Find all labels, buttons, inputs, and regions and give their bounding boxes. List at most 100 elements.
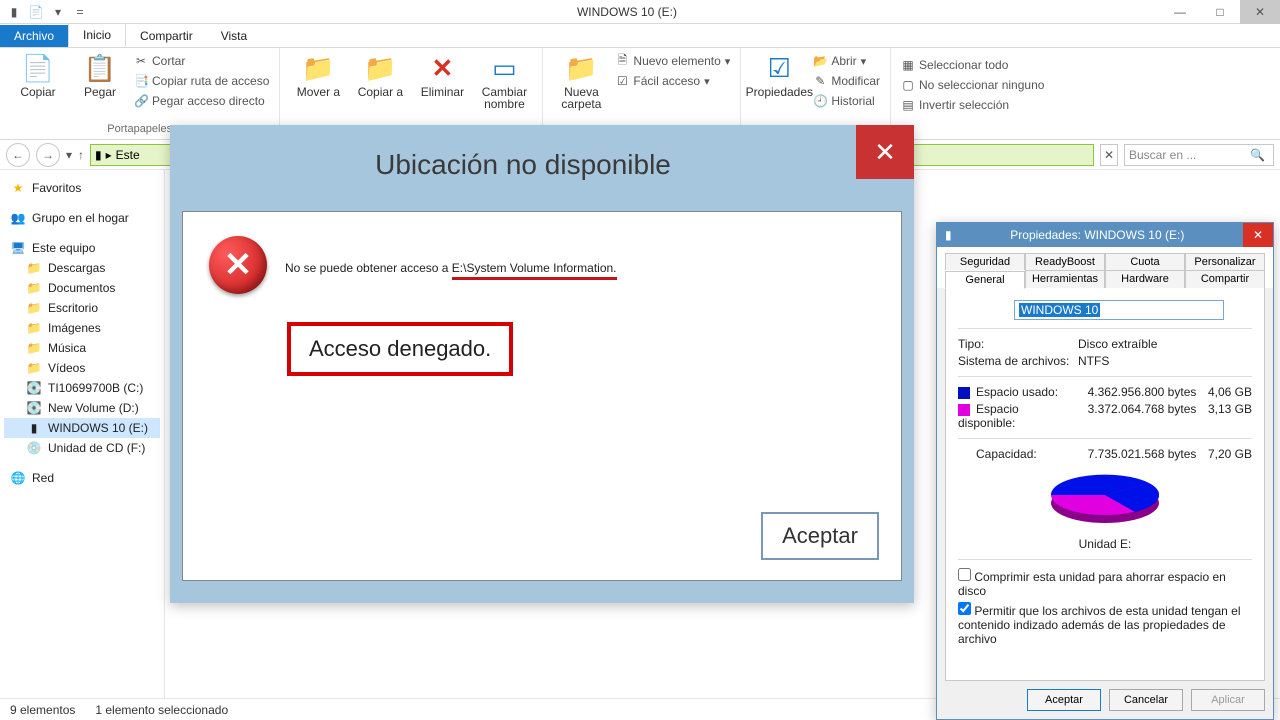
capacity-gb: 7,20 GB: [1196, 447, 1252, 461]
properties-dialog-close-button[interactable]: ✕: [1243, 223, 1273, 247]
error-dialog-close-button[interactable]: ✕: [856, 125, 914, 179]
move-to-button[interactable]: 📁Mover a: [290, 52, 346, 98]
tab-customize[interactable]: Personalizar: [1185, 253, 1265, 270]
sidebar-drive-d[interactable]: 💽New Volume (D:): [4, 398, 160, 418]
sidebar-music[interactable]: 📁Música: [4, 338, 160, 358]
window-title: WINDOWS 10 (E:): [94, 5, 1160, 19]
edit-button[interactable]: ✎Modificar: [813, 72, 880, 90]
invert-selection-button[interactable]: ▤ Invertir selección: [901, 96, 1044, 114]
sidebar-label: Vídeos: [48, 361, 85, 375]
pc-icon: 🖥: [10, 241, 26, 255]
index-checkbox[interactable]: Permitir que los archivos de esta unidad…: [958, 602, 1252, 646]
sidebar-favorites[interactable]: ★ Favoritos: [4, 178, 160, 198]
tab-tools[interactable]: Herramientas: [1025, 270, 1105, 288]
cut-icon: ✂: [134, 54, 148, 68]
rename-button[interactable]: ▭Cambiar nombre: [476, 52, 532, 110]
sidebar-pictures[interactable]: 📁Imágenes: [4, 318, 160, 338]
fs-value: NTFS: [1078, 354, 1109, 368]
free-swatch: [958, 404, 970, 416]
select-all-button[interactable]: ▦Seleccionar todo: [901, 56, 1044, 74]
sidebar-drive-f[interactable]: 💿Unidad de CD (F:): [4, 438, 160, 458]
tab-hardware[interactable]: Hardware: [1105, 270, 1185, 288]
tab-sharing[interactable]: Compartir: [1185, 270, 1265, 288]
error-dialog-ok-button[interactable]: Aceptar: [761, 512, 879, 560]
folder-icon: 📁: [26, 301, 42, 315]
copy-button[interactable]: 📄 Copiar: [10, 52, 66, 98]
new-folder-button[interactable]: 📁Nueva carpeta: [553, 52, 609, 110]
properties-button[interactable]: ☑Propiedades: [751, 52, 807, 98]
paste-button[interactable]: 📋 Pegar: [72, 52, 128, 98]
search-box[interactable]: Buscar en ... 🔍: [1124, 144, 1274, 166]
usb-icon: ▮: [26, 421, 42, 435]
sidebar-label: Este equipo: [32, 241, 95, 255]
invert-label: Invertir selección: [919, 98, 1009, 112]
history-button[interactable]: 🕘Historial: [813, 92, 880, 110]
compress-checkbox[interactable]: Comprimir esta unidad para ahorrar espac…: [958, 568, 1252, 598]
tab-readyboost[interactable]: ReadyBoost: [1025, 253, 1105, 270]
qat-new-folder-icon[interactable]: 📄: [28, 4, 44, 20]
up-button[interactable]: ↑: [78, 148, 84, 162]
properties-ok-button[interactable]: Aceptar: [1027, 689, 1101, 711]
tab-view[interactable]: Vista: [207, 25, 261, 47]
breadcrumb[interactable]: Este: [116, 148, 140, 162]
copy-path-button[interactable]: 📑Copiar ruta de acceso: [134, 72, 269, 90]
delete-button[interactable]: ✕Eliminar: [414, 52, 470, 98]
volume-name-value: WINDOWS 10: [1019, 303, 1100, 317]
address-clear-button[interactable]: ✕: [1100, 144, 1118, 166]
cut-button[interactable]: ✂ Cortar: [134, 52, 269, 70]
properties-content: WINDOWS 10 Tipo:Disco extraíble Sistema …: [945, 288, 1265, 681]
paste-shortcut-button[interactable]: 🔗Pegar acceso directo: [134, 92, 269, 110]
sidebar-this-pc[interactable]: 🖥 Este equipo: [4, 238, 160, 258]
pie-chart: [1045, 467, 1165, 531]
sidebar-drive-c[interactable]: 💽TI10699700B (C:): [4, 378, 160, 398]
qat-dropdown-icon[interactable]: ▾: [50, 4, 66, 20]
sidebar-homegroup[interactable]: 👥 Grupo en el hogar: [4, 208, 160, 228]
sidebar-label: Grupo en el hogar: [32, 211, 129, 225]
open-button[interactable]: 📂Abrir ▾: [813, 52, 880, 70]
volume-name-input[interactable]: WINDOWS 10: [1014, 300, 1224, 320]
used-swatch: [958, 387, 970, 399]
tab-home[interactable]: Inicio: [68, 23, 126, 47]
tab-quota[interactable]: Cuota: [1105, 253, 1185, 270]
edit-label: Modificar: [831, 74, 880, 88]
sidebar-drive-e[interactable]: ▮WINDOWS 10 (E:): [4, 418, 160, 438]
capacity-bytes: 7.735.021.568 bytes: [1077, 447, 1196, 461]
select-none-button[interactable]: ▢No seleccionar ninguno: [901, 76, 1044, 94]
sidebar-videos[interactable]: 📁 Vídeos: [4, 358, 160, 378]
maximize-button[interactable]: □: [1200, 0, 1240, 24]
sidebar-label: Favoritos: [32, 181, 81, 195]
error-icon: ✕: [209, 236, 267, 294]
copy-path-icon: 📑: [134, 74, 148, 88]
new-folder-icon: 📁: [565, 52, 597, 84]
sidebar-network[interactable]: 🌐Red: [4, 468, 160, 488]
folder-icon: 📁: [26, 341, 42, 355]
star-icon: ★: [10, 181, 26, 195]
forward-button[interactable]: →: [36, 143, 60, 167]
quick-access-toolbar: ▮ 📄 ▾ =: [0, 4, 94, 20]
homegroup-icon: 👥: [10, 211, 26, 225]
minimize-button[interactable]: —: [1160, 0, 1200, 24]
select-none-label: No seleccionar ninguno: [919, 78, 1044, 92]
properties-dialog-title: Propiedades: WINDOWS 10 (E:): [952, 228, 1243, 242]
sidebar-documents[interactable]: 📁Documentos: [4, 278, 160, 298]
tab-security[interactable]: Seguridad: [945, 253, 1025, 270]
easy-access-button[interactable]: ☑Fácil acceso ▾: [615, 72, 730, 90]
properties-apply-button[interactable]: Aplicar: [1191, 689, 1265, 711]
sidebar-downloads[interactable]: 📁Descargas: [4, 258, 160, 278]
properties-cancel-button[interactable]: Cancelar: [1109, 689, 1183, 711]
recent-dropdown[interactable]: ▾: [66, 148, 72, 162]
tab-file[interactable]: Archivo: [0, 25, 68, 47]
new-item-button[interactable]: 🗎Nuevo elemento ▾: [615, 52, 730, 70]
close-button[interactable]: ✕: [1240, 0, 1280, 24]
sidebar-desktop[interactable]: 📁Escritorio: [4, 298, 160, 318]
back-button[interactable]: ←: [6, 143, 30, 167]
folder-icon: 📁: [26, 361, 42, 375]
copy-to-button[interactable]: 📁Copiar a: [352, 52, 408, 98]
paste-shortcut-label: Pegar acceso directo: [152, 94, 265, 108]
ribbon-group-select: ▦Seleccionar todo ▢No seleccionar ningun…: [891, 48, 1054, 139]
tab-share[interactable]: Compartir: [126, 25, 207, 47]
disk-icon: 💽: [26, 401, 42, 415]
tab-general[interactable]: General: [945, 271, 1025, 289]
cut-label: Cortar: [152, 54, 185, 68]
invert-icon: ▤: [901, 98, 915, 112]
